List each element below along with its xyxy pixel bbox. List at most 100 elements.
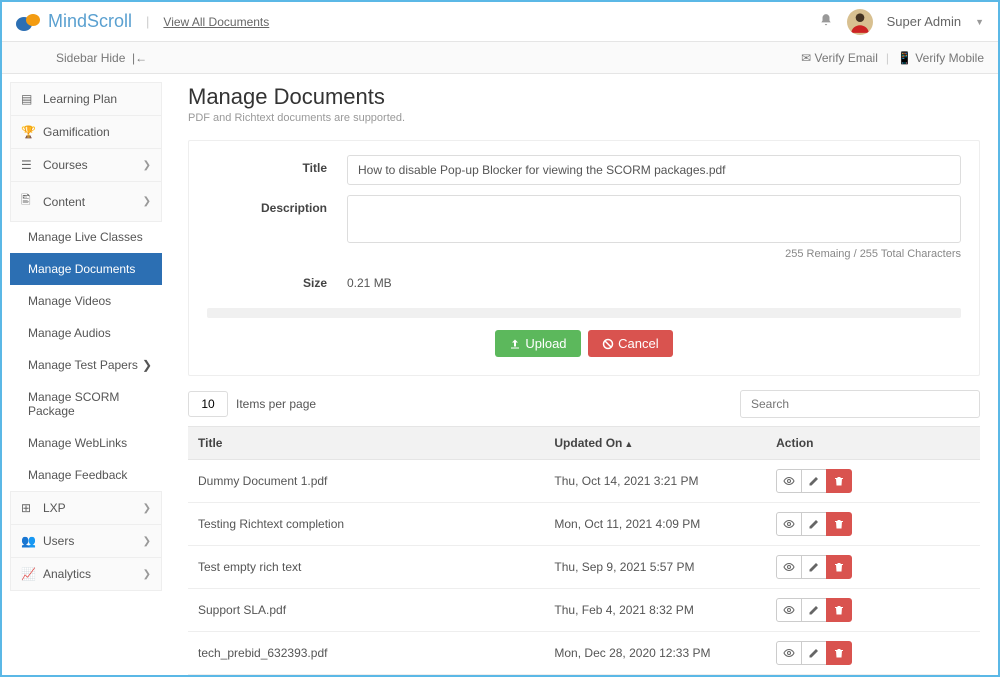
col-title[interactable]: Title [188,427,544,460]
cell-updated: Thu, Oct 14, 2021 3:21 PM [544,460,766,503]
table-row: tech_prebid_632393.pdfMon, Dec 28, 2020 … [188,632,980,675]
view-button[interactable] [776,469,802,493]
size-label: Size [207,270,347,290]
trophy-icon: 🏆 [21,125,35,139]
cell-action [766,503,980,546]
sidebar-item-videos[interactable]: Manage Videos [10,285,162,317]
users-icon: 👥 [21,534,35,548]
top-bar: MindScroll | View All Documents Super Ad… [2,2,998,42]
brand-text: MindScroll [48,11,132,32]
stack-icon: ☰ [21,158,35,172]
upload-form: Title Description 255 Remaing / 255 Tota… [188,140,980,376]
view-button[interactable] [776,641,802,665]
sidebar-item-audios[interactable]: Manage Audios [10,317,162,349]
delete-button[interactable] [826,512,852,536]
page-title: Manage Documents [188,84,980,110]
cell-action [766,589,980,632]
title-label: Title [207,155,347,175]
cell-updated: Mon, Oct 11, 2021 4:09 PM [544,503,766,546]
cell-updated: Thu, Sep 9, 2021 5:57 PM [544,546,766,589]
main-content: Manage Documents PDF and Richtext docume… [170,74,998,675]
progress-bar [207,308,961,318]
chevron-right-icon: ❯ [143,196,151,207]
description-textarea[interactable] [347,195,961,243]
sidebar-item-test-papers[interactable]: Manage Test Papers❯ [10,349,162,381]
documents-table: Title Updated On▲ Action Dummy Document … [188,426,980,675]
sidebar-item-weblinks[interactable]: Manage WebLinks [10,427,162,459]
bell-icon[interactable] [819,13,833,30]
view-all-link[interactable]: View All Documents [163,15,269,29]
cell-title: Dummy Document 1.pdf [188,460,544,503]
cell-title: Support SLA.pdf [188,589,544,632]
sidebar-item-documents[interactable]: Manage Documents [10,253,162,285]
edit-button[interactable] [801,469,827,493]
sidebar-analytics[interactable]: 📈Analytics❯ [10,557,162,591]
chevron-right-icon: ❯ [142,358,152,372]
items-per-page-label: Items per page [236,397,316,411]
sidebar: ▤Learning Plan 🏆Gamification ☰Courses❯ 🖺… [2,74,170,675]
logo-icon [16,12,42,32]
edit-button[interactable] [801,598,827,622]
sort-asc-icon: ▲ [624,439,633,449]
cell-action [766,460,980,503]
edit-button[interactable] [801,555,827,579]
table-row: Testing Richtext completionMon, Oct 11, … [188,503,980,546]
chevron-right-icon: ❯ [143,536,151,547]
chevron-right-icon: ❯ [143,160,151,171]
sidebar-item-live-classes[interactable]: Manage Live Classes [10,221,162,253]
char-count: 255 Remaing / 255 Total Characters [347,248,961,260]
sidebar-gamification[interactable]: 🏆Gamification [10,115,162,149]
chart-icon: 📈 [21,567,35,581]
title-input[interactable] [347,155,961,185]
cell-title: tech_prebid_632393.pdf [188,632,544,675]
file-icon: 🖺 [21,191,35,212]
edit-button[interactable] [801,641,827,665]
table-row: Dummy Document 1.pdfThu, Oct 14, 2021 3:… [188,460,980,503]
search-input[interactable] [740,390,980,418]
cell-action [766,632,980,675]
delete-button[interactable] [826,469,852,493]
col-action: Action [766,427,980,460]
user-name[interactable]: Super Admin [887,14,961,29]
cell-title: Test empty rich text [188,546,544,589]
view-button[interactable] [776,512,802,536]
sidebar-lxp[interactable]: ⊞LXP❯ [10,491,162,525]
col-updated[interactable]: Updated On▲ [544,427,766,460]
sidebar-content[interactable]: 🖺Content❯ [10,181,162,222]
table-row: Support SLA.pdfThu, Feb 4, 2021 8:32 PM [188,589,980,632]
grid-icon: ⊞ [21,501,35,515]
divider: | [146,14,149,29]
delete-button[interactable] [826,555,852,579]
cancel-button[interactable]: Cancel [588,330,672,357]
cell-action [766,546,980,589]
items-per-page-input[interactable] [188,391,228,417]
verify-email-link[interactable]: ✉ Verify Email [801,51,878,65]
delete-button[interactable] [826,641,852,665]
sidebar-hide-toggle[interactable]: Sidebar Hide |← [56,51,147,65]
view-button[interactable] [776,598,802,622]
table-row: Test empty rich textThu, Sep 9, 2021 5:5… [188,546,980,589]
sidebar-item-scorm[interactable]: Manage SCORM Package [10,381,162,427]
page-subtitle: PDF and Richtext documents are supported… [188,112,980,124]
edit-button[interactable] [801,512,827,536]
sidebar-courses[interactable]: ☰Courses❯ [10,148,162,182]
ban-icon [602,338,614,350]
sidebar-learning-plan[interactable]: ▤Learning Plan [10,82,162,116]
delete-button[interactable] [826,598,852,622]
view-button[interactable] [776,555,802,579]
sidebar-users[interactable]: 👥Users❯ [10,524,162,558]
description-label: Description [207,195,347,215]
upload-button[interactable]: Upload [495,330,580,357]
cell-title: Testing Richtext completion [188,503,544,546]
book-icon: ▤ [21,92,35,106]
brand-logo[interactable]: MindScroll [16,11,132,32]
cell-updated: Thu, Feb 4, 2021 8:32 PM [544,589,766,632]
avatar[interactable] [847,9,873,35]
size-value: 0.21 MB [347,270,961,290]
verify-mobile-link[interactable]: 📱 Verify Mobile [897,51,984,65]
second-bar: Sidebar Hide |← ✉ Verify Email | 📱 Verif… [2,42,998,74]
cell-updated: Mon, Dec 28, 2020 12:33 PM [544,632,766,675]
chevron-right-icon: ❯ [143,569,151,580]
sidebar-item-feedback[interactable]: Manage Feedback [10,459,162,491]
caret-down-icon[interactable]: ▼ [975,17,984,27]
